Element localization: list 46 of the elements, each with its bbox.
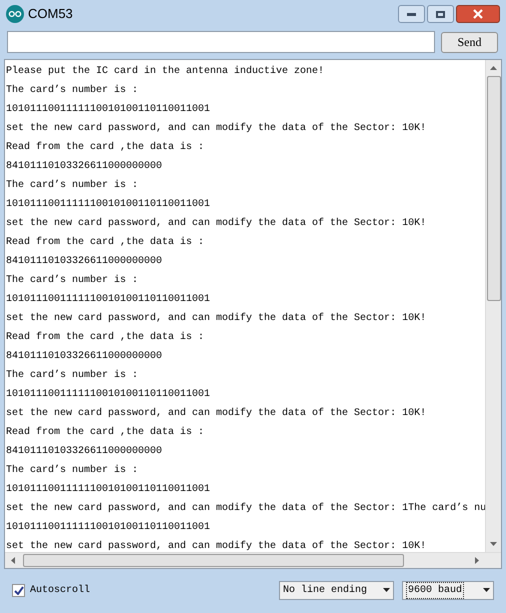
output-line: The card’s number is : bbox=[6, 84, 138, 98]
output-line: The card’s number is : bbox=[6, 368, 138, 383]
scroll-up-arrow-icon[interactable] bbox=[490, 66, 497, 70]
line-ending-dropdown[interactable]: No line ending bbox=[279, 580, 394, 600]
output-line: set the new card password, and can modify the data of the Sector: 10K! bbox=[6, 312, 426, 326]
output-line: 84101110103326611000000000 bbox=[6, 255, 162, 269]
output-line: 1010111001111110010100110110011001 bbox=[6, 483, 210, 497]
output-line: 1010111001111110010100110110011001 bbox=[6, 293, 210, 307]
output-line: 1010111001111110010100110110011001 bbox=[6, 198, 210, 212]
send-input-field[interactable] bbox=[7, 31, 435, 53]
output-line: Please put the IC card in the antenna inductive zone! bbox=[6, 64, 324, 79]
scroll-down-arrow-icon[interactable] bbox=[490, 542, 497, 546]
output-line: The card’s number is : bbox=[6, 464, 138, 478]
output-line: 84101110103326611000000000 bbox=[6, 160, 162, 174]
output-line: Read from the card ,the data is : bbox=[6, 426, 204, 440]
scroll-left-arrow-icon[interactable] bbox=[11, 557, 15, 564]
window-title: COM53 bbox=[28, 5, 73, 24]
scroll-right-arrow-icon[interactable] bbox=[475, 557, 479, 564]
vertical-scrollbar[interactable] bbox=[485, 60, 501, 552]
output-line: 1010111001111110010100110110011001 bbox=[6, 388, 210, 402]
output-line: set the new card password, and can modify the data of the Sector: 10K! bbox=[6, 406, 426, 421]
close-icon bbox=[472, 9, 484, 19]
output-line: Read from the card ,the data is : bbox=[6, 140, 204, 155]
maximize-button[interactable] bbox=[427, 5, 454, 23]
output-line: set the new card password, and can modify the data of the Sector: 10K! bbox=[6, 540, 426, 552]
close-button[interactable] bbox=[456, 5, 500, 23]
autoscroll-checkbox[interactable] bbox=[12, 584, 25, 596]
output-line: The card’s number is : bbox=[6, 274, 138, 288]
baud-dropdown[interactable]: 9600 baud bbox=[402, 580, 494, 600]
output-line: 1010111001111110010100110110011001 bbox=[6, 103, 210, 117]
dropdown-arrow-icon bbox=[483, 588, 490, 592]
output-line: 1010111001111110010100110110011001 bbox=[6, 521, 210, 535]
horizontal-scrollbar[interactable] bbox=[5, 552, 501, 568]
output-line: 84101110103326611000000000 bbox=[6, 445, 162, 459]
minimize-button[interactable] bbox=[398, 5, 425, 23]
output-line: set the new card password, and can modify the data of the Sector: 1The card’s nu bbox=[6, 502, 485, 516]
output-line: set the new card password, and can modify the data of the Sector: 10K! bbox=[6, 122, 426, 136]
app-logo-icon bbox=[6, 5, 24, 23]
output-line: Read from the card ,the data is : bbox=[6, 330, 204, 345]
autoscroll-label: Autoscroll bbox=[30, 584, 90, 598]
output-line: The card’s number is : bbox=[6, 178, 138, 193]
dropdown-arrow-icon bbox=[383, 588, 390, 592]
output-line: set the new card password, and can modify the data of the Sector: 10K! bbox=[6, 216, 426, 231]
output-line: 84101110103326611000000000 bbox=[6, 350, 162, 364]
send-button[interactable]: Send bbox=[441, 32, 498, 52]
output-line: Read from the card ,the data is : bbox=[6, 236, 204, 250]
